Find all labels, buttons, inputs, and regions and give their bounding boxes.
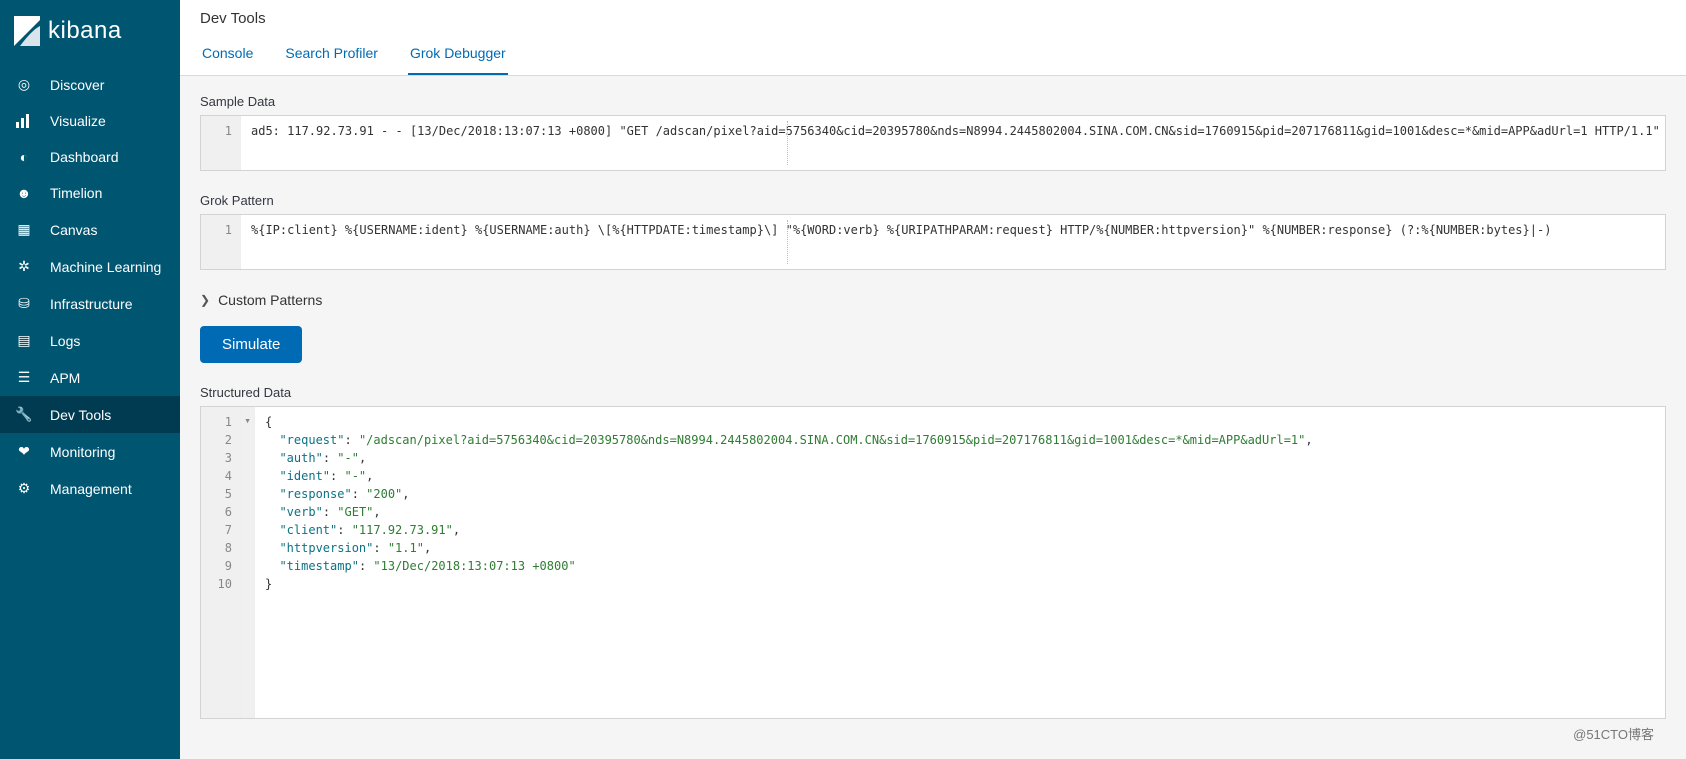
wrench-icon: 🔧 — [14, 406, 34, 423]
gutter: 1 2 3 4 5 6 7 8 9 10 — [201, 407, 241, 718]
gauge-icon: ◐ — [14, 149, 34, 165]
structured-data-label: Structured Data — [200, 385, 1666, 400]
ml-icon: ✲ — [14, 258, 34, 275]
sidebar-item-label: Dashboard — [50, 149, 119, 165]
sample-data-input[interactable]: ad5: 117.92.73.91 - - [13/Dec/2018:13:07… — [241, 116, 1665, 170]
sidebar-item-ml[interactable]: ✲ Machine Learning — [0, 248, 180, 285]
sidebar-item-label: Monitoring — [50, 444, 115, 460]
canvas-icon: ▦ — [14, 221, 34, 238]
tab-grok-debugger[interactable]: Grok Debugger — [408, 39, 508, 75]
chevron-right-icon: ❯ — [200, 293, 210, 307]
sidebar-item-dashboard[interactable]: ◐ Dashboard — [0, 139, 180, 175]
content: Sample Data 1 ad5: 117.92.73.91 - - [13/… — [180, 76, 1686, 759]
page-title: Dev Tools — [200, 10, 1666, 27]
brand-name: kibana — [48, 17, 122, 45]
sidebar-item-label: Canvas — [50, 222, 97, 238]
sidebar-item-logs[interactable]: ▤ Logs — [0, 322, 180, 359]
tab-console[interactable]: Console — [200, 39, 255, 75]
gear-icon: ⚙ — [14, 480, 34, 497]
structured-data-json[interactable]: { "request": "/adscan/pixel?aid=5756340&… — [255, 407, 1665, 718]
custom-patterns-label: Custom Patterns — [218, 292, 322, 308]
structured-data-output[interactable]: 1 2 3 4 5 6 7 8 9 10 ▾ { "request": "/ad… — [200, 406, 1666, 719]
brand[interactable]: kibana — [0, 0, 180, 66]
sidebar-item-management[interactable]: ⚙ Management — [0, 470, 180, 507]
kibana-logo-icon — [14, 16, 40, 46]
custom-patterns-expander[interactable]: ❯ Custom Patterns — [200, 292, 1666, 308]
grok-pattern-label: Grok Pattern — [200, 193, 1666, 208]
watermark: @51CTO博客 — [1573, 724, 1654, 743]
sidebar-item-label: Dev Tools — [50, 407, 111, 423]
sidebar-item-infrastructure[interactable]: ⛁ Infrastructure — [0, 285, 180, 322]
sidebar-item-label: APM — [50, 370, 80, 386]
timelion-icon: ☻ — [14, 185, 34, 201]
sidebar-item-visualize[interactable]: Visualize — [0, 103, 180, 139]
logs-icon: ▤ — [14, 332, 34, 349]
tab-bar: Console Search Profiler Grok Debugger — [200, 39, 1666, 75]
fold-column: ▾ — [241, 407, 255, 718]
gutter: 1 — [201, 215, 241, 269]
header: Dev Tools Console Search Profiler Grok D… — [180, 0, 1686, 76]
editor-divider — [787, 220, 788, 264]
tab-search-profiler[interactable]: Search Profiler — [283, 39, 380, 75]
sidebar-item-canvas[interactable]: ▦ Canvas — [0, 211, 180, 248]
sidebar-item-label: Management — [50, 481, 132, 497]
apm-icon: ☰ — [14, 369, 34, 386]
sidebar-item-label: Infrastructure — [50, 296, 132, 312]
sidebar-item-label: Discover — [50, 77, 104, 93]
sidebar-item-timelion[interactable]: ☻ Timelion — [0, 175, 180, 211]
sidebar: kibana ◎ Discover Visualize ◐ Dashboard ☻ T… — [0, 0, 180, 759]
gutter: 1 — [201, 116, 241, 170]
nav-list: ◎ Discover Visualize ◐ Dashboard ☻ Timelion… — [0, 66, 180, 507]
main: Dev Tools Console Search Profiler Grok D… — [180, 0, 1686, 759]
sample-data-label: Sample Data — [200, 94, 1666, 109]
sidebar-item-monitoring[interactable]: ❤ Monitoring — [0, 433, 180, 470]
infra-icon: ⛁ — [14, 295, 34, 312]
sample-data-editor[interactable]: 1 ad5: 117.92.73.91 - - [13/Dec/2018:13:… — [200, 115, 1666, 171]
simulate-button[interactable]: Simulate — [200, 326, 302, 363]
sidebar-item-devtools[interactable]: 🔧 Dev Tools — [0, 396, 180, 433]
compass-icon: ◎ — [14, 76, 34, 93]
sidebar-item-discover[interactable]: ◎ Discover — [0, 66, 180, 103]
chart-icon — [14, 114, 34, 128]
editor-divider — [787, 121, 788, 165]
sidebar-item-apm[interactable]: ☰ APM — [0, 359, 180, 396]
sidebar-item-label: Timelion — [50, 185, 102, 201]
sidebar-item-label: Logs — [50, 333, 80, 349]
grok-pattern-input[interactable]: %{IP:client} %{USERNAME:ident} %{USERNAM… — [241, 215, 1665, 269]
sidebar-item-label: Visualize — [50, 113, 106, 129]
heartbeat-icon: ❤ — [14, 443, 34, 460]
sidebar-item-label: Machine Learning — [50, 259, 161, 275]
grok-pattern-editor[interactable]: 1 %{IP:client} %{USERNAME:ident} %{USERN… — [200, 214, 1666, 270]
